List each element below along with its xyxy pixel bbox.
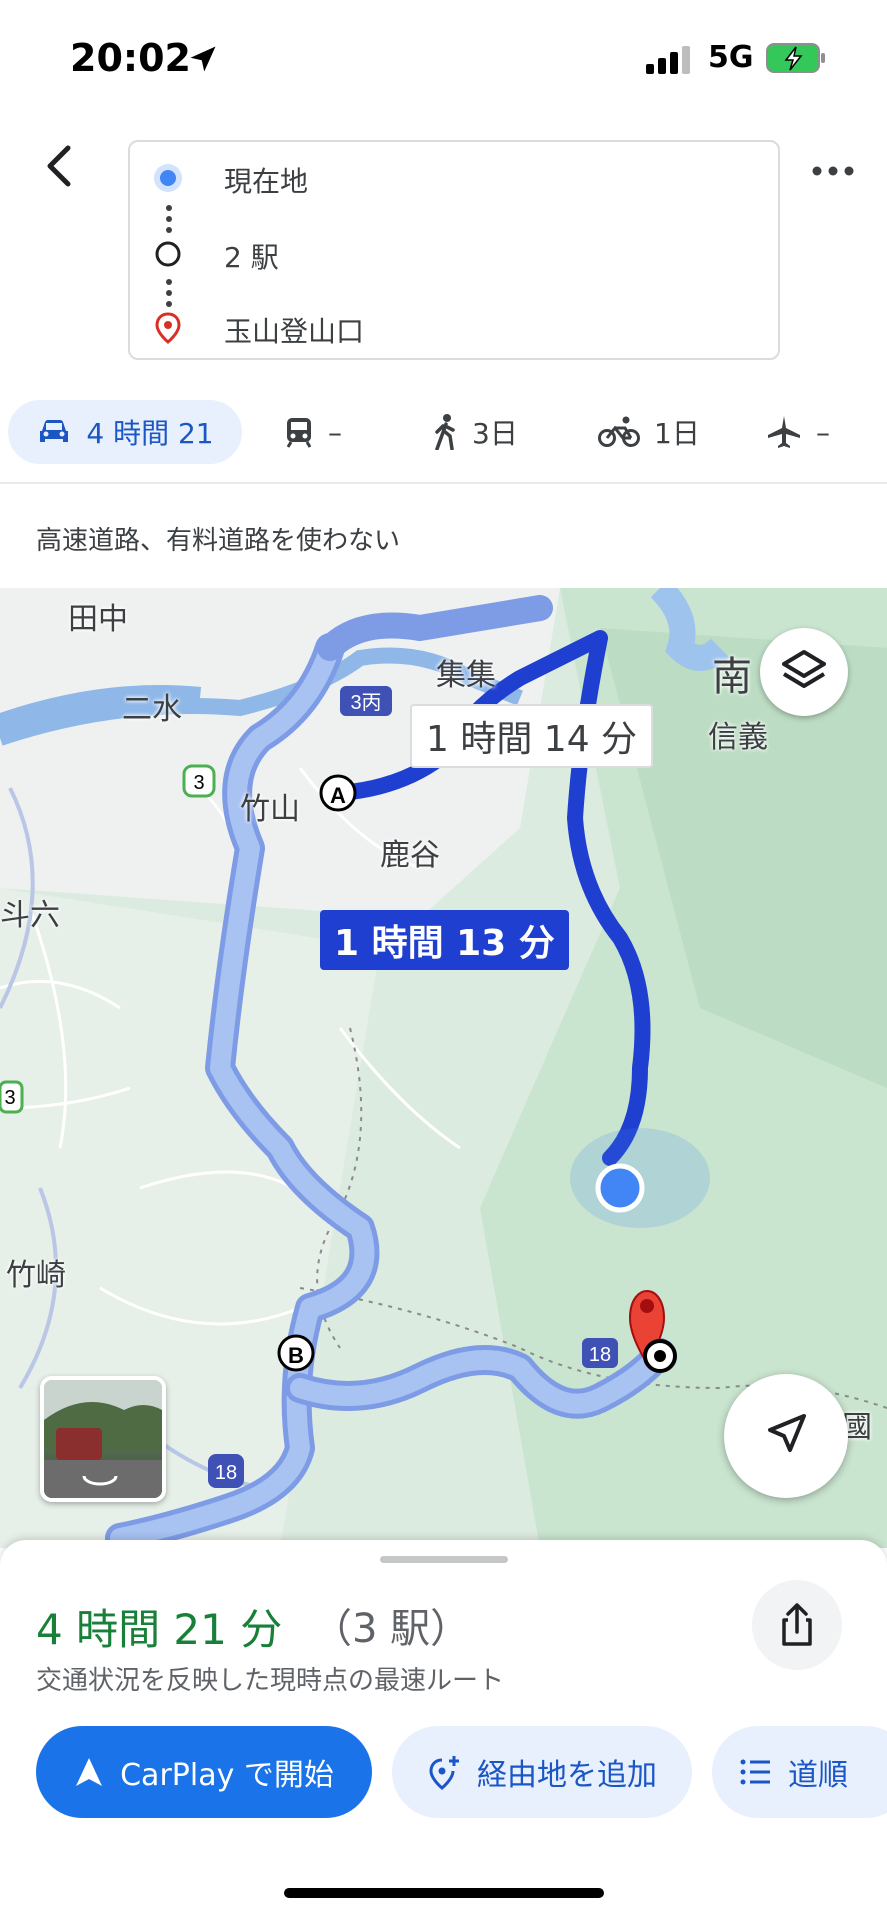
battery-charging-icon bbox=[766, 43, 825, 73]
destination-label: 玉山登山口 bbox=[224, 315, 365, 348]
map-label-jiji: 集集 bbox=[436, 658, 496, 693]
drag-handle[interactable] bbox=[380, 1556, 508, 1563]
road-badge-3: 3 bbox=[4, 1087, 15, 1109]
network-label: 5G bbox=[708, 40, 754, 75]
more-options-icon[interactable] bbox=[808, 156, 858, 186]
map-label-ershui: 二水 bbox=[122, 692, 182, 727]
tab-drive[interactable]: 4 時間 21 bbox=[8, 400, 242, 464]
tab-walk-label: 3日 bbox=[472, 417, 518, 450]
road-badge-18: 18 bbox=[215, 1462, 237, 1484]
map-label-tianzhong: 田中 bbox=[68, 602, 128, 637]
layers-button[interactable] bbox=[760, 628, 848, 716]
share-button[interactable] bbox=[752, 1580, 842, 1670]
waypoint-label: 2 駅 bbox=[224, 241, 279, 274]
tab-walk[interactable]: 3日 bbox=[432, 400, 518, 464]
map-label-lugu: 鹿谷 bbox=[380, 838, 440, 873]
route-summary-sheet: 4 時間 21 分 （3 駅） 交通状況を反映した現時点の最速ルート CarPl… bbox=[0, 1540, 887, 1920]
tab-transit[interactable]: – bbox=[284, 400, 342, 464]
road-badge-3bing: 3丙 bbox=[350, 692, 381, 714]
waypoint-circle-icon bbox=[155, 241, 181, 267]
start-navigation-label: CarPlay で開始 bbox=[120, 1758, 334, 1793]
road-badge-3: 3 bbox=[193, 772, 204, 794]
map-label-zhushan: 竹山 bbox=[240, 792, 300, 827]
stop-count: （3 駅） bbox=[312, 1606, 471, 1652]
route-note: 交通状況を反映した現時点の最速ルート bbox=[36, 1666, 505, 1696]
marker-a-label: A bbox=[330, 783, 346, 808]
road-badge-18: 18 bbox=[589, 1344, 611, 1366]
destination-pin-icon bbox=[155, 312, 181, 344]
airplane-icon bbox=[768, 416, 800, 448]
home-indicator bbox=[284, 1888, 604, 1898]
origin-row[interactable]: 現在地 bbox=[130, 148, 778, 208]
add-stop-label: 経由地を追加 bbox=[477, 1758, 657, 1793]
navigation-start-icon bbox=[76, 1758, 103, 1786]
route-time-alt[interactable]: 1 時間 14 分 bbox=[410, 704, 654, 768]
list-icon bbox=[740, 1759, 770, 1785]
add-location-icon bbox=[429, 1756, 459, 1790]
add-stop-button[interactable]: 経由地を追加 bbox=[392, 1726, 692, 1818]
divider bbox=[0, 482, 887, 484]
tab-flight-label: – bbox=[816, 415, 830, 449]
total-duration: 4 時間 21 分 bbox=[36, 1605, 283, 1654]
map-label-xinyi: 信義 bbox=[708, 720, 768, 755]
walk-icon bbox=[435, 414, 455, 450]
back-arrow-icon[interactable] bbox=[30, 136, 90, 196]
steps-label: 道順 bbox=[788, 1758, 848, 1793]
tab-transit-label: – bbox=[328, 415, 342, 449]
layers-icon bbox=[782, 650, 826, 688]
car-icon bbox=[40, 420, 69, 442]
destination-row[interactable]: 玉山登山口 bbox=[130, 298, 778, 358]
origin-label: 現在地 bbox=[224, 165, 309, 198]
tab-drive-label: 4 時間 21 bbox=[86, 417, 214, 450]
waypoint-row[interactable]: 2 駅 bbox=[130, 224, 778, 284]
route-options-text[interactable]: 高速道路、有料道路を使わない bbox=[36, 520, 400, 557]
route-time-main[interactable]: 1 時間 13 分 bbox=[320, 910, 569, 970]
bicycle-icon bbox=[598, 416, 640, 447]
map-view[interactable]: A B 3丙 3 18 18 3 田中 二水 集集 南 信義 竹山 鹿谷 斗六 … bbox=[0, 588, 887, 1548]
signal-icon bbox=[646, 46, 690, 74]
tab-bike[interactable]: 1日 bbox=[598, 400, 700, 464]
map-label-zhuqi: 竹崎 bbox=[6, 1258, 66, 1293]
navigation-arrow-icon bbox=[768, 1414, 806, 1452]
status-time: 20:02 bbox=[70, 36, 191, 80]
street-view-image bbox=[44, 1380, 162, 1498]
current-location-icon bbox=[154, 164, 182, 192]
start-navigation-button[interactable]: CarPlay で開始 bbox=[36, 1726, 372, 1818]
train-icon bbox=[286, 418, 312, 448]
marker-b-label: B bbox=[288, 1343, 304, 1368]
steps-button[interactable]: 道順 bbox=[712, 1726, 887, 1818]
location-arrow-icon bbox=[190, 46, 216, 72]
route-waypoints-box: 現在地 2 駅 玉山登山口 bbox=[128, 140, 780, 360]
street-view-thumbnail[interactable] bbox=[40, 1376, 166, 1502]
share-icon bbox=[782, 1603, 812, 1646]
map-label-nan: 南 bbox=[712, 654, 752, 700]
map-label-douliu: 斗六 bbox=[0, 898, 60, 933]
tab-bike-label: 1日 bbox=[654, 417, 700, 450]
recenter-button[interactable] bbox=[724, 1374, 848, 1498]
tab-flight[interactable]: – bbox=[766, 400, 830, 464]
